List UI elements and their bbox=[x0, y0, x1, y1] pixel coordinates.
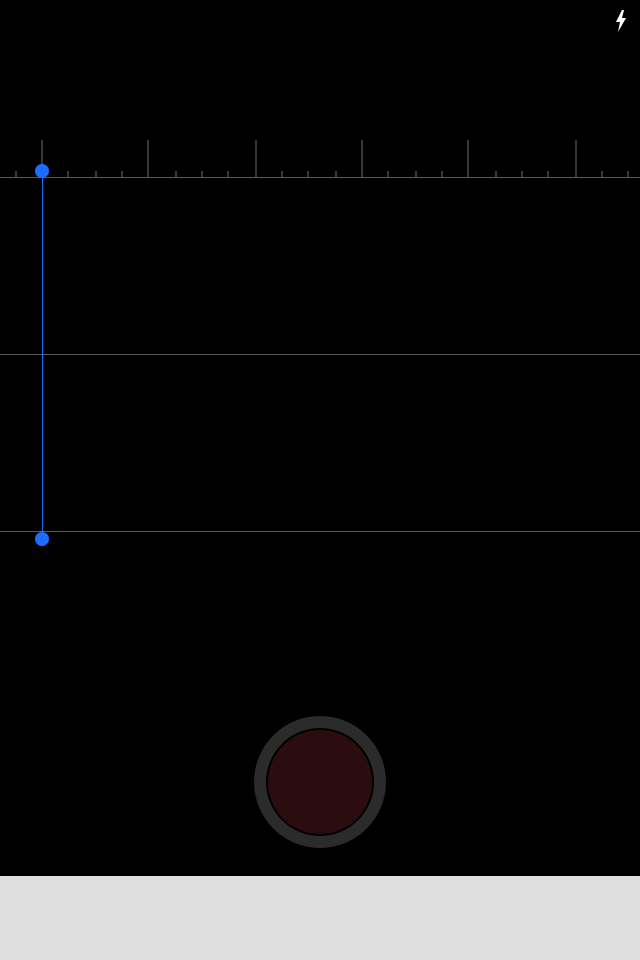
guide-line-middle bbox=[0, 354, 640, 355]
ruler-ticks bbox=[15, 140, 629, 177]
bottom-panel bbox=[0, 876, 640, 960]
flash-toggle-button[interactable] bbox=[610, 8, 632, 34]
ruler bbox=[15, 140, 629, 177]
guide-line-top bbox=[0, 177, 640, 178]
measure-handle-end[interactable] bbox=[35, 532, 49, 546]
top-toolbar bbox=[0, 0, 640, 40]
shutter-button[interactable] bbox=[254, 716, 386, 848]
camera-measure-screen bbox=[0, 0, 640, 960]
measurement-line bbox=[42, 171, 43, 539]
shutter-button-icon bbox=[266, 728, 374, 836]
guide-line-bottom bbox=[0, 531, 640, 532]
lightning-bolt-icon bbox=[616, 10, 626, 32]
measure-handle-start[interactable] bbox=[35, 164, 49, 178]
